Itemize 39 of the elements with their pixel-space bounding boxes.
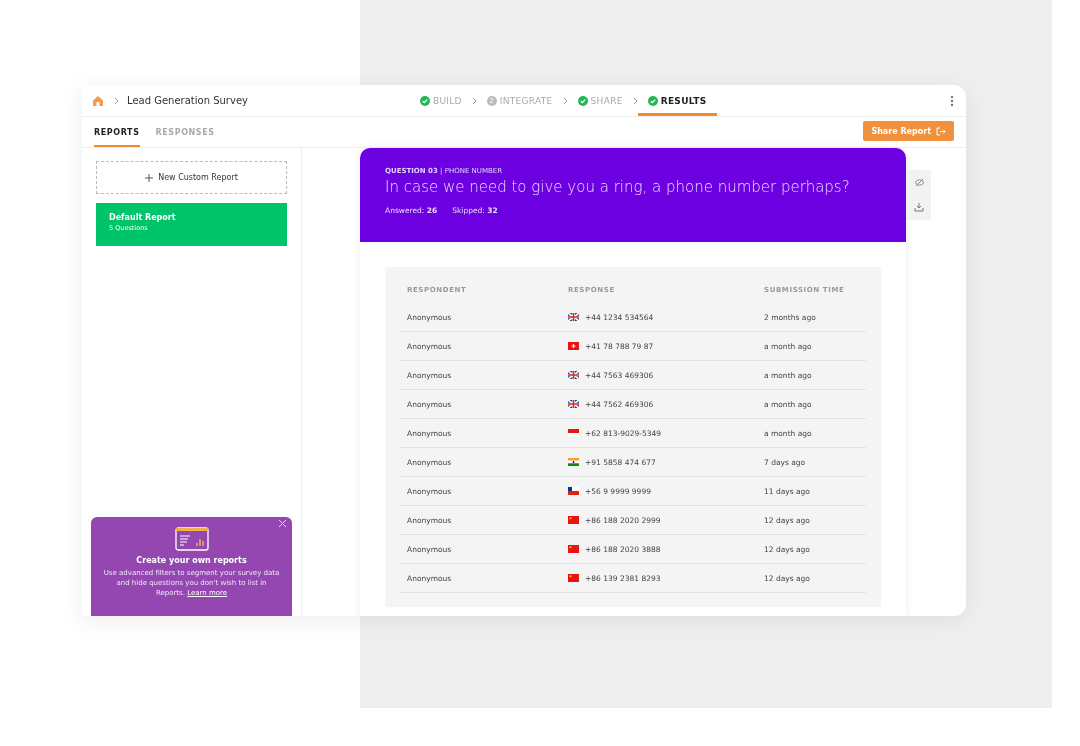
eye-off-icon xyxy=(913,177,925,187)
flag-icon xyxy=(568,371,579,379)
flag-icon xyxy=(568,342,579,350)
chevron-right-icon xyxy=(632,96,638,105)
flag-icon xyxy=(568,574,579,582)
close-button[interactable] xyxy=(279,520,286,527)
export-icon xyxy=(936,126,946,136)
plus-icon xyxy=(145,173,154,182)
flag-icon xyxy=(568,545,579,553)
check-icon xyxy=(647,95,658,106)
step-tab[interactable]: RESULTS xyxy=(637,85,717,116)
chevron-right-icon xyxy=(562,96,568,105)
flag-icon xyxy=(568,400,579,408)
chevron-right-icon xyxy=(471,96,477,105)
report-title: Default Report xyxy=(109,213,177,222)
tab[interactable]: RESPONSES xyxy=(155,117,215,147)
share-report-button[interactable]: Share Report xyxy=(863,121,954,141)
step-tab[interactable]: BUILD xyxy=(409,85,472,116)
flag-icon xyxy=(568,487,579,495)
more-icon[interactable] xyxy=(950,94,954,107)
flag-icon xyxy=(568,429,579,437)
step-tab[interactable]: SHARE xyxy=(567,85,633,116)
check-icon xyxy=(419,95,430,106)
question-text: In case we need to give you a ring, a phone number perhaps? xyxy=(385,178,851,196)
home-icon[interactable] xyxy=(92,94,104,107)
promo-title: Create your own reports xyxy=(136,556,247,565)
survey-title: Lead Generation Survey xyxy=(127,95,248,106)
download-button[interactable] xyxy=(914,202,924,213)
hide-button[interactable] xyxy=(913,177,925,187)
flag-icon xyxy=(568,458,579,466)
check-icon xyxy=(577,95,588,106)
close-icon xyxy=(279,520,286,527)
flag-icon xyxy=(568,313,579,321)
report-chart-icon xyxy=(174,527,209,551)
tab[interactable]: REPORTS xyxy=(94,117,140,147)
download-icon xyxy=(914,202,924,213)
chevron-right-icon xyxy=(114,96,119,105)
new-report-button[interactable]: New Custom Report xyxy=(96,161,287,194)
flag-icon xyxy=(568,516,579,524)
